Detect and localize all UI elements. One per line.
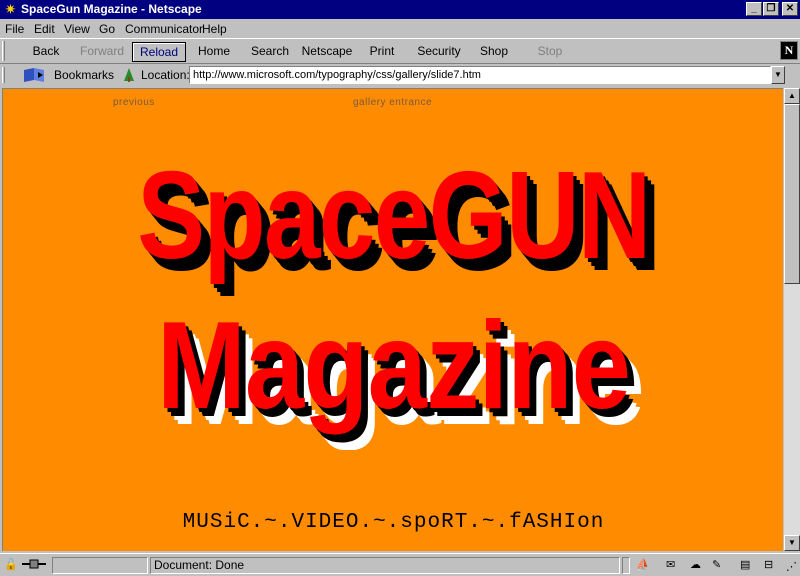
connection-icon: [22, 558, 46, 574]
netscape-star-icon: ✷: [4, 1, 17, 17]
taskbar-icon[interactable]: ⊟: [764, 558, 773, 572]
composer-icon[interactable]: ✎: [712, 558, 721, 572]
search-button[interactable]: Search: [244, 42, 296, 60]
menu-communicator[interactable]: Communicator: [125, 22, 203, 36]
navigation-toolbar: Back Forward Reload Home Search Netscape…: [0, 38, 800, 64]
print-button[interactable]: Print: [362, 42, 402, 60]
security-button[interactable]: Security: [412, 42, 466, 60]
window-title: SpaceGun Magazine - Netscape: [21, 2, 202, 16]
headline-magazine: Magazine: [156, 297, 631, 435]
progress-panel: [52, 557, 148, 574]
gallery-entrance-link[interactable]: gallery entrance: [353, 97, 432, 108]
bookmarks-icon[interactable]: [22, 67, 46, 83]
netscape-button[interactable]: Netscape: [298, 42, 356, 60]
home-button[interactable]: Home: [190, 42, 238, 60]
headline-spacegun: SpaceGUN: [137, 147, 651, 285]
scroll-thumb[interactable]: [784, 104, 800, 284]
location-input[interactable]: [189, 66, 771, 84]
minimize-button[interactable]: _: [746, 2, 762, 16]
back-button[interactable]: Back: [22, 42, 70, 60]
reload-button[interactable]: Reload: [132, 42, 186, 62]
resize-grip-icon[interactable]: ⋰: [786, 560, 797, 574]
section-tagline: MUSiC.~.VIDEO.~.spoRT.~.fASHIon: [182, 511, 605, 534]
address-book-icon[interactable]: ▤: [740, 558, 750, 572]
location-grip[interactable]: [2, 67, 5, 83]
restore-button[interactable]: ❐: [763, 2, 779, 16]
status-separator: [622, 557, 630, 574]
discussions-icon[interactable]: ☁: [690, 558, 701, 572]
location-icon[interactable]: [121, 67, 137, 83]
window-titlebar: ✷ SpaceGun Magazine - Netscape _ ❐ ✕: [0, 0, 800, 19]
location-toolbar: Bookmarks Location: ▼: [0, 64, 800, 86]
status-bar: 🔓 Document: Done ⛵ ✉ ☁ ✎ ▤ ⊟ ⋰: [0, 553, 800, 576]
menu-view[interactable]: View: [64, 22, 90, 36]
security-lock-icon[interactable]: 🔓: [4, 558, 18, 572]
menu-file[interactable]: File: [5, 22, 24, 36]
shop-button[interactable]: Shop: [474, 42, 514, 60]
navigator-icon[interactable]: ⛵: [636, 558, 650, 572]
toolbar-grip[interactable]: [2, 41, 5, 61]
menu-bar: File Edit View Go Communicator Help: [0, 19, 800, 38]
close-button[interactable]: ✕: [782, 2, 798, 16]
stop-button[interactable]: Stop: [530, 42, 570, 60]
netscape-logo-icon[interactable]: N: [780, 41, 798, 60]
forward-button[interactable]: Forward: [74, 42, 130, 60]
vertical-scrollbar[interactable]: ▲ ▼: [784, 88, 800, 551]
menu-edit[interactable]: Edit: [34, 22, 55, 36]
mail-icon[interactable]: ✉: [666, 558, 675, 572]
location-dropdown-icon[interactable]: ▼: [771, 66, 785, 84]
menu-help[interactable]: Help: [202, 22, 227, 36]
bookmarks-button[interactable]: Bookmarks: [54, 68, 114, 82]
menu-go[interactable]: Go: [99, 22, 115, 36]
scroll-down-icon[interactable]: ▼: [784, 535, 800, 551]
status-text: Document: Done: [150, 557, 620, 574]
page-content: previous gallery entrance SpaceGUN Magaz…: [2, 88, 783, 551]
scroll-up-icon[interactable]: ▲: [784, 88, 800, 104]
location-label: Location:: [141, 68, 190, 82]
previous-link[interactable]: previous: [113, 97, 155, 108]
